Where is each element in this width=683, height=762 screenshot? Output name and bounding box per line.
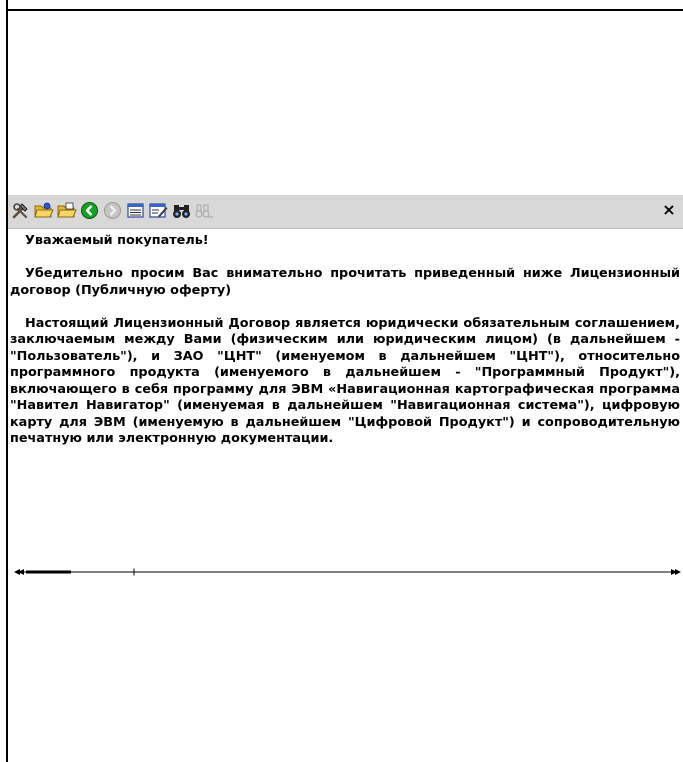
binoculars-icon bbox=[173, 205, 190, 218]
license-paragraph: Настоящий Лицензионный Договор является … bbox=[10, 315, 680, 447]
edit-button[interactable] bbox=[148, 200, 169, 221]
folder-file-icon bbox=[56, 202, 77, 218]
back-arrow-icon bbox=[81, 202, 98, 219]
tools-button[interactable] bbox=[10, 200, 31, 221]
list-view-button[interactable] bbox=[125, 200, 146, 221]
find-button[interactable] bbox=[171, 200, 192, 221]
scroll-thumb[interactable] bbox=[26, 570, 71, 574]
window-left-border bbox=[6, 0, 8, 762]
intro-paragraph: Убедительно просим Вас внимательно прочи… bbox=[10, 266, 680, 298]
edit-icon bbox=[149, 203, 168, 218]
license-document: Уважаемый покупатель! Убедительно просим… bbox=[10, 233, 680, 464]
close-button[interactable]: × bbox=[659, 199, 679, 221]
scroll-right-arrow-icon[interactable] bbox=[671, 569, 681, 575]
toolbar: × bbox=[8, 195, 683, 229]
tools-icon bbox=[12, 203, 28, 219]
find-next-icon bbox=[195, 204, 213, 218]
horizontal-scrollbar[interactable] bbox=[14, 563, 683, 576]
back-button[interactable] bbox=[79, 200, 100, 221]
greeting-text: Уважаемый покупатель! bbox=[25, 233, 209, 248]
open-file-button[interactable] bbox=[56, 200, 77, 221]
list-icon bbox=[127, 203, 144, 218]
find-next-button[interactable] bbox=[194, 200, 215, 221]
open-folder-button[interactable] bbox=[33, 200, 54, 221]
forward-arrow-icon bbox=[104, 202, 121, 219]
folder-open-icon bbox=[33, 202, 54, 218]
window-top-border bbox=[6, 9, 683, 11]
forward-button[interactable] bbox=[102, 200, 123, 221]
